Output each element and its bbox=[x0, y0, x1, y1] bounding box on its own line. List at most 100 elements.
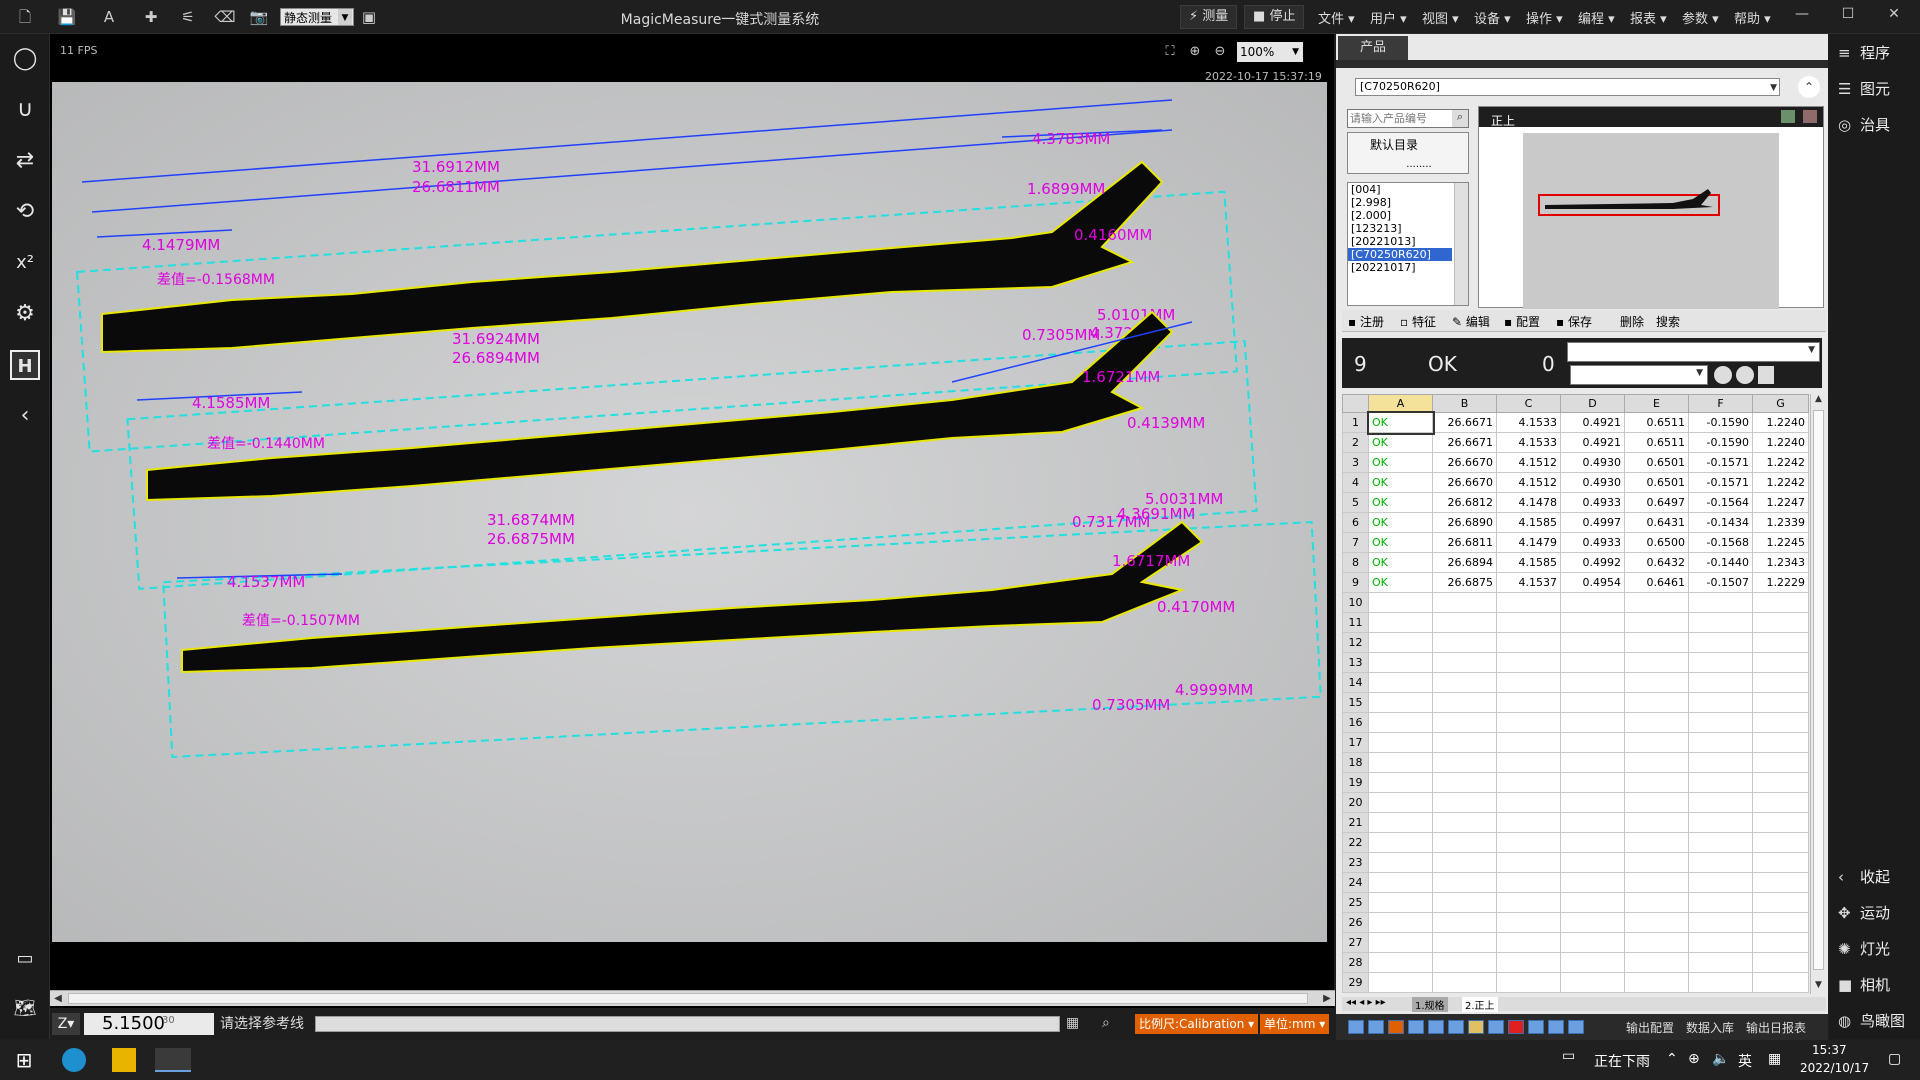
row-number[interactable]: 10 bbox=[1342, 592, 1369, 613]
row-number[interactable]: 12 bbox=[1342, 632, 1369, 653]
result-filter-select[interactable]: ▼ bbox=[1567, 342, 1820, 362]
maximize-icon[interactable]: ☐ bbox=[1838, 6, 1858, 22]
scroll-thumb[interactable] bbox=[68, 993, 1308, 1004]
row-number[interactable]: 6 bbox=[1342, 512, 1369, 533]
table-cell[interactable] bbox=[1496, 972, 1561, 993]
tool-icon[interactable] bbox=[1448, 1020, 1464, 1034]
column-header[interactable]: D bbox=[1560, 394, 1625, 413]
table-cell[interactable] bbox=[1688, 872, 1753, 893]
table-cell[interactable] bbox=[1688, 972, 1753, 993]
row-number[interactable]: 7 bbox=[1342, 532, 1369, 553]
axis-value[interactable]: 5.1500 bbox=[84, 1013, 214, 1035]
table-cell[interactable]: 1.2245 bbox=[1752, 532, 1809, 553]
text-tool-icon[interactable]: A bbox=[98, 6, 120, 28]
table-cell[interactable]: 0.4930 bbox=[1560, 452, 1625, 473]
status-cell[interactable]: OK bbox=[1368, 432, 1433, 453]
table-cell[interactable]: -0.1507 bbox=[1688, 572, 1753, 593]
table-cell[interactable] bbox=[1688, 772, 1753, 793]
table-cell[interactable]: 4.1512 bbox=[1496, 472, 1561, 493]
eraser-icon[interactable]: ⌫ bbox=[214, 6, 236, 28]
row-number[interactable]: 4 bbox=[1342, 472, 1369, 493]
table-cell[interactable] bbox=[1560, 772, 1625, 793]
table-cell[interactable]: 1.2247 bbox=[1752, 492, 1809, 513]
table-cell[interactable] bbox=[1496, 612, 1561, 633]
table-cell[interactable]: 26.6890 bbox=[1432, 512, 1497, 533]
table-cell[interactable] bbox=[1688, 952, 1753, 973]
magnet-icon[interactable]: ∪ bbox=[10, 95, 40, 125]
table-cell[interactable] bbox=[1752, 932, 1809, 953]
table-cell[interactable]: 0.4930 bbox=[1560, 472, 1625, 493]
table-cell[interactable] bbox=[1368, 852, 1433, 873]
table-cell[interactable]: 26.6670 bbox=[1432, 472, 1497, 493]
menu-params[interactable]: 参数 ▾ bbox=[1682, 8, 1719, 27]
table-cell[interactable]: 26.6670 bbox=[1432, 452, 1497, 473]
nav-program[interactable]: ≡ 程序 bbox=[1838, 42, 1890, 63]
crosshair-icon[interactable]: ✚ bbox=[140, 6, 162, 28]
table-cell[interactable] bbox=[1624, 852, 1689, 873]
scroll-right-icon[interactable]: ▶ bbox=[1319, 991, 1335, 1006]
table-cell[interactable] bbox=[1432, 752, 1497, 773]
table-cell[interactable] bbox=[1368, 972, 1433, 993]
list-item[interactable]: [004] bbox=[1348, 183, 1452, 196]
output-config-button[interactable]: 输出配置 bbox=[1626, 1019, 1674, 1036]
nav-light[interactable]: ✺ 灯光 bbox=[1838, 938, 1890, 959]
notification-icon[interactable]: ▢ bbox=[1888, 1051, 1901, 1067]
zoom-out-icon[interactable] bbox=[1368, 1020, 1384, 1034]
close-icon[interactable] bbox=[1508, 1020, 1524, 1034]
table-cell[interactable] bbox=[1624, 932, 1689, 953]
row-number[interactable]: 28 bbox=[1342, 952, 1369, 973]
register-button[interactable]: ▪ 注册 bbox=[1348, 313, 1384, 330]
table-cell[interactable] bbox=[1496, 772, 1561, 793]
column-header[interactable]: C bbox=[1496, 394, 1561, 413]
table-cell[interactable]: 26.6894 bbox=[1432, 552, 1497, 573]
app-taskbar-icon[interactable] bbox=[155, 1048, 191, 1072]
menu-report[interactable]: 报表 ▾ bbox=[1630, 8, 1667, 27]
table-cell[interactable] bbox=[1560, 692, 1625, 713]
magnifier-icon[interactable]: ⌕ bbox=[1102, 1015, 1110, 1031]
table-cell[interactable] bbox=[1624, 612, 1689, 633]
table-cell[interactable] bbox=[1560, 652, 1625, 673]
list-item-selected[interactable]: [C70250R620] bbox=[1348, 248, 1452, 261]
settings-gears-icon[interactable]: ⚙ bbox=[10, 299, 40, 329]
table-cell[interactable] bbox=[1624, 772, 1689, 793]
zoom-in-icon[interactable]: ⊕ bbox=[1185, 42, 1205, 62]
ime-grid-icon[interactable]: ▦ bbox=[1768, 1051, 1781, 1067]
table-cell[interactable] bbox=[1688, 692, 1753, 713]
status-cell[interactable]: OK bbox=[1368, 452, 1433, 473]
scroll-up-icon[interactable]: ▲ bbox=[1811, 394, 1826, 408]
table-cell[interactable] bbox=[1752, 912, 1809, 933]
table-cell[interactable] bbox=[1432, 592, 1497, 613]
table-cell[interactable] bbox=[1432, 772, 1497, 793]
table-cell[interactable] bbox=[1752, 952, 1809, 973]
table-cell[interactable]: 1.2229 bbox=[1752, 572, 1809, 593]
table-cell[interactable] bbox=[1496, 792, 1561, 813]
config-button[interactable]: ▪ 配置 bbox=[1504, 313, 1540, 330]
table-cell[interactable] bbox=[1624, 712, 1689, 733]
refresh-circle-icon[interactable]: ◯ bbox=[10, 44, 40, 74]
table-cell[interactable]: 0.6511 bbox=[1624, 432, 1689, 453]
product-list[interactable]: [004] [2.998] [2.000] [123213] [20221013… bbox=[1347, 182, 1469, 306]
table-cell[interactable]: 0.6432 bbox=[1624, 552, 1689, 573]
table-cell[interactable] bbox=[1496, 692, 1561, 713]
table-cell[interactable] bbox=[1624, 892, 1689, 913]
table-cell[interactable] bbox=[1432, 832, 1497, 853]
table-cell[interactable] bbox=[1688, 892, 1753, 913]
axis-select[interactable]: Z▾ bbox=[52, 1013, 80, 1035]
table-cell[interactable] bbox=[1752, 652, 1809, 673]
scroll-left-icon[interactable]: ◀ bbox=[50, 991, 66, 1006]
product-search-input[interactable]: 请输入产品编号 bbox=[1347, 109, 1469, 128]
table-cell[interactable] bbox=[1496, 952, 1561, 973]
grid-vertical-scrollbar[interactable]: ▲ ▼ bbox=[1810, 394, 1826, 994]
table-cell[interactable] bbox=[1496, 732, 1561, 753]
table-cell[interactable] bbox=[1496, 832, 1561, 853]
table-cell[interactable] bbox=[1496, 872, 1561, 893]
table-cell[interactable] bbox=[1688, 652, 1753, 673]
zoom-select[interactable]: 100% ▼ bbox=[1237, 42, 1303, 62]
table-cell[interactable] bbox=[1752, 792, 1809, 813]
table-cell[interactable] bbox=[1368, 732, 1433, 753]
table-cell[interactable] bbox=[1624, 652, 1689, 673]
table-cell[interactable] bbox=[1560, 812, 1625, 833]
table-cell[interactable]: 4.1533 bbox=[1496, 432, 1561, 453]
feature-button[interactable]: ▫ 特征 bbox=[1400, 313, 1436, 330]
list-item[interactable]: [2.000] bbox=[1348, 209, 1452, 222]
